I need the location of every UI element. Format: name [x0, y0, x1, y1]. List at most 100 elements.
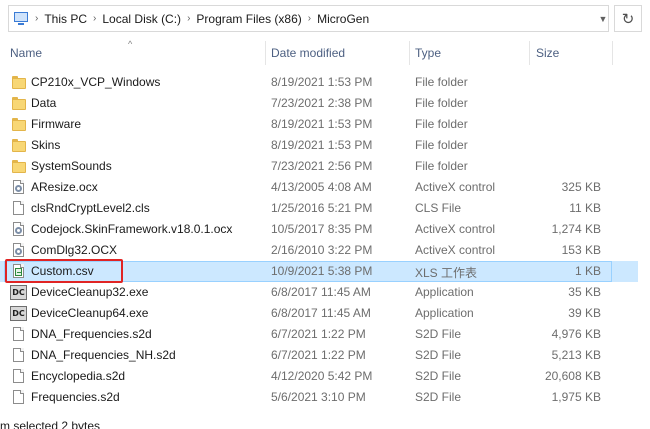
activex-file-icon — [12, 243, 26, 258]
refresh-icon: ↻ — [621, 10, 635, 28]
column-header-type[interactable]: Type — [415, 46, 441, 60]
file-date-modified: 4/13/2005 4:08 AM — [271, 180, 372, 194]
file-type: S2D File — [415, 327, 462, 341]
file-size: 153 KB — [561, 243, 601, 257]
file-name: clsRndCryptLevel2.cls — [31, 201, 150, 215]
column-divider[interactable] — [612, 41, 613, 65]
file-date-modified: 6/7/2021 1:22 PM — [271, 348, 366, 362]
generic-file-icon — [12, 369, 26, 384]
file-type: ActiveX control — [415, 180, 496, 194]
generic-file-icon — [12, 327, 26, 342]
file-name: Skins — [31, 138, 61, 152]
status-bar: m selected 2 bytes — [0, 417, 650, 429]
file-date-modified: 2/16/2010 3:22 PM — [271, 243, 373, 257]
file-type: S2D File — [415, 390, 462, 404]
file-type: CLS File — [415, 201, 462, 215]
file-row[interactable]: clsRndCryptLevel2.cls 1/25/2016 5:21 PM CL… — [0, 198, 650, 219]
file-size: 5,213 KB — [551, 348, 601, 362]
file-type: Application — [415, 285, 474, 299]
file-name: DeviceCleanup32.exe — [31, 285, 149, 299]
file-size: 1,975 KB — [551, 390, 601, 404]
file-row[interactable]: SystemSounds 7/23/2021 2:56 PM File folder — [0, 156, 650, 177]
refresh-button[interactable]: ↻ — [614, 5, 642, 32]
breadcrumb-local-disk[interactable]: Local Disk (C:) — [102, 12, 181, 26]
file-row[interactable]: DC DeviceCleanup64.exe 6/8/2017 11:45 AM Ap… — [0, 303, 650, 324]
file-row[interactable]: Frequencies.s2d 5/6/2021 3:10 PM S2D File 1… — [0, 387, 650, 408]
file-type: File folder — [415, 117, 468, 131]
dc-app-icon: DC — [10, 306, 27, 321]
file-type: ActiveX control — [415, 222, 496, 236]
column-divider[interactable] — [529, 41, 530, 65]
file-row[interactable]: DC DeviceCleanup32.exe 6/8/2017 11:45 AM Ap… — [0, 282, 650, 303]
file-row[interactable]: CP210x_VCP_Windows 8/19/2021 1:53 PM File … — [0, 72, 650, 93]
breadcrumb-separator-icon[interactable]: › — [35, 13, 38, 24]
file-name: DNA_Frequencies.s2d — [31, 327, 152, 341]
file-name: Firmware — [31, 117, 81, 131]
activex-file-icon — [12, 180, 26, 195]
file-row[interactable]: DNA_Frequencies_NH.s2d 6/7/2021 1:22 PM S2… — [0, 345, 650, 366]
this-pc-icon — [13, 11, 29, 26]
breadcrumb-separator-icon[interactable]: › — [93, 13, 96, 24]
file-type: ActiveX control — [415, 243, 496, 257]
file-size: 325 KB — [561, 180, 601, 194]
column-divider[interactable] — [265, 41, 266, 65]
file-name: Data — [31, 96, 57, 110]
address-bar-row: › This PC › Local Disk (C:) › Program Fi… — [0, 0, 650, 36]
file-type: XLS 工作表 — [415, 266, 478, 280]
file-type: File folder — [415, 75, 468, 89]
file-row[interactable]: ComDlg32.OCX 2/16/2010 3:22 PM ActiveX con… — [0, 240, 650, 261]
generic-file-icon — [12, 390, 26, 405]
file-date-modified: 10/9/2021 5:38 PM — [271, 264, 373, 278]
address-bar[interactable]: › This PC › Local Disk (C:) › Program Fi… — [8, 5, 609, 32]
folder-icon — [12, 96, 26, 111]
file-date-modified: 6/8/2017 11:45 AM — [271, 285, 371, 299]
file-name: DNA_Frequencies_NH.s2d — [31, 348, 176, 362]
file-type: File folder — [415, 159, 468, 173]
file-row[interactable]: Codejock.SkinFramework.v18.0.1.ocx 10/5/2… — [0, 219, 650, 240]
file-date-modified: 7/23/2021 2:56 PM — [271, 159, 373, 173]
breadcrumb-microgen[interactable]: MicroGen — [317, 12, 369, 26]
breadcrumb-program-files[interactable]: Program Files (x86) — [196, 12, 301, 26]
file-date-modified: 8/19/2021 1:53 PM — [271, 75, 373, 89]
file-name: Codejock.SkinFramework.v18.0.1.ocx — [31, 222, 233, 236]
breadcrumb-this-pc[interactable]: This PC — [44, 12, 87, 26]
vertical-scrollbar[interactable] — [638, 72, 650, 417]
generic-file-icon — [12, 201, 26, 216]
file-type: File folder — [415, 96, 468, 110]
highlight-annotation — [5, 259, 123, 283]
sort-ascending-icon: ^ — [128, 39, 133, 49]
file-row[interactable]: Skins 8/19/2021 1:53 PM File folder — [0, 135, 650, 156]
column-header-name[interactable]: Name — [10, 46, 42, 60]
column-header-size[interactable]: Size — [536, 46, 559, 60]
file-name: ComDlg32.OCX — [31, 243, 118, 257]
file-type: File folder — [415, 138, 468, 152]
file-type: S2D File — [415, 348, 462, 362]
file-type: S2D File — [415, 369, 462, 383]
column-header-date[interactable]: Date modified — [271, 46, 345, 60]
file-date-modified: 6/8/2017 11:45 AM — [271, 306, 371, 320]
breadcrumb-separator-icon[interactable]: › — [308, 13, 311, 24]
file-row[interactable]: Encyclopedia.s2d 4/12/2020 5:42 PM S2D Fil… — [0, 366, 650, 387]
breadcrumb-separator-icon[interactable]: › — [187, 13, 190, 24]
folder-icon — [12, 75, 26, 90]
file-name: CP210x_VCP_Windows — [31, 75, 161, 89]
folder-icon — [12, 117, 26, 132]
file-type: Application — [415, 306, 474, 320]
file-row[interactable]: Firmware 8/19/2021 1:53 PM File folder — [0, 114, 650, 135]
file-row[interactable]: Data 7/23/2021 2:38 PM File folder — [0, 93, 650, 114]
file-size: 20,608 KB — [544, 369, 601, 383]
file-date-modified: 6/7/2021 1:22 PM — [271, 327, 366, 341]
file-row[interactable]: DNA_Frequencies.s2d 6/7/2021 1:22 PM S2D F… — [0, 324, 650, 345]
file-size: 4,976 KB — [551, 327, 601, 341]
column-divider[interactable] — [409, 41, 410, 65]
file-date-modified: 4/12/2020 5:42 PM — [271, 369, 373, 383]
file-row[interactable]: AResize.ocx 4/13/2005 4:08 AM ActiveX cont… — [0, 177, 650, 198]
file-size: 1 KB — [574, 264, 601, 278]
column-headers: ^ Name Date modified Type Size — [0, 37, 650, 70]
generic-file-icon — [12, 348, 26, 363]
file-size: 11 KB — [569, 201, 601, 215]
file-size: 1,274 KB — [551, 222, 601, 236]
chevron-down-icon[interactable]: ▼ — [597, 6, 609, 31]
file-name: SystemSounds — [31, 159, 112, 173]
file-name: DeviceCleanup64.exe — [31, 306, 149, 320]
